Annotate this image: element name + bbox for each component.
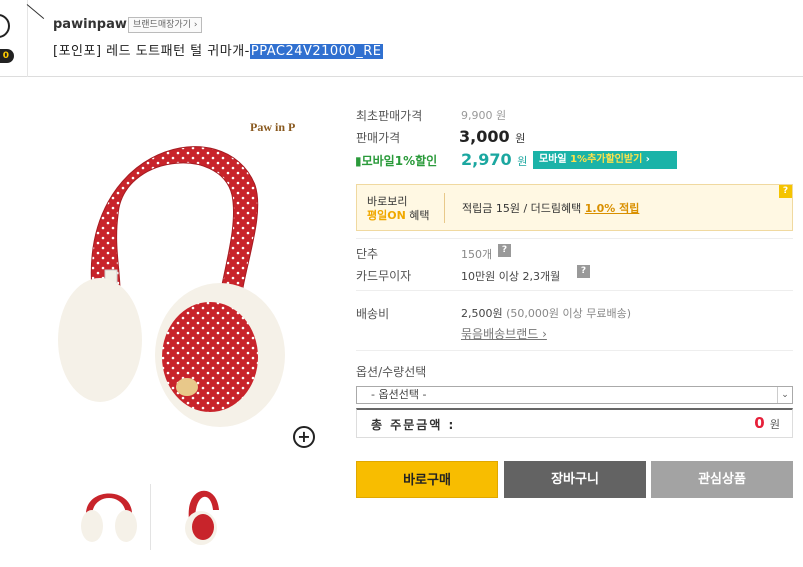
shipping-fee: 2,500원 — [461, 307, 503, 320]
orig-price-value: 9,900 원 — [461, 109, 507, 122]
earmuffs-illustration: Paw in Paw — [58, 120, 310, 427]
benefit-highlight: 평일ON — [367, 209, 406, 222]
stock-value: 150개 — [461, 248, 493, 261]
product-title-text: [포인포] 레드 도트패턴 털 귀마개- — [53, 44, 250, 59]
mobile-discount-label: ▮모바일1%할인 — [355, 154, 438, 168]
coupon-highlight: 1%추가할인받기 — [570, 154, 643, 165]
thumbnail-2[interactable] — [175, 480, 237, 548]
mobile-price-value: 2,970 — [461, 150, 512, 169]
thumbnail-divider — [150, 484, 151, 550]
product-code: PPAC24V21000_RE — [249, 44, 383, 59]
card-value: 10만원 이상 2,3개월 — [461, 270, 561, 283]
orig-price-label: 최초판매가격 — [356, 109, 423, 123]
info-separator-bottom — [356, 350, 793, 351]
wishlist-button[interactable]: 관심상품 — [651, 461, 793, 498]
benefit-suffix: 혜택 — [405, 209, 430, 222]
brand-name[interactable]: pawinpaw — [53, 17, 127, 32]
benefit-help-icon[interactable]: ? — [779, 185, 792, 198]
coupon-prefix: 모바일 — [539, 154, 571, 165]
corner-badge-count: 0 — [0, 49, 14, 63]
benefit-divider — [444, 193, 445, 223]
sale-price-unit: 원 — [515, 132, 526, 145]
stock-help-icon[interactable]: ? — [498, 244, 511, 257]
total-unit: 원 — [769, 418, 780, 431]
product-title: [포인포] 레드 도트패턴 털 귀마개-PPAC24V21000_RE — [53, 40, 383, 59]
shipping-note: (50,000원 이상 무료배송) — [506, 307, 632, 320]
sale-price-value: 3,000 — [459, 127, 510, 146]
chevron-down-icon: ⌄ — [777, 387, 792, 403]
header-divider — [27, 0, 28, 77]
option-label: 옵션/수량선택 — [356, 365, 427, 379]
sale-price-label: 판매가격 — [356, 131, 401, 145]
stock-label: 단추 — [356, 247, 379, 261]
info-separator-mid — [356, 290, 793, 291]
brand-logo-text: Paw in Paw — [250, 120, 295, 134]
benefit-text: 적립금 15원 / 더드림혜택 1.0% 적립 — [462, 200, 639, 216]
total-box: 총 주문금액 : 0 원 — [356, 408, 793, 438]
card-label: 카드무이자 — [356, 269, 412, 283]
total-amount: 0 원 — [754, 414, 780, 432]
bundle-shipping-link[interactable]: 묶음배송브랜드 › — [461, 325, 547, 342]
product-header: 0 pawinpaw 브랜드매장가기 › [포인포] 레드 도트패턴 털 귀마개… — [0, 0, 803, 77]
benefit-subtitle: 평일ON 혜택 — [367, 207, 430, 223]
shipping-label: 배송비 — [356, 307, 390, 321]
shipping-value: 2,500원 (50,000원 이상 무료배송) — [461, 305, 631, 321]
benefit-points-text: 적립금 15원 / 더드림혜택 — [462, 202, 585, 215]
mobile-price-unit: 원 — [517, 155, 528, 168]
info-separator-top — [356, 238, 793, 239]
thumbnail-front-image — [81, 493, 137, 542]
corner-badge-circle — [0, 14, 10, 38]
coupon-arrow: › — [642, 154, 650, 165]
brand-shop-link[interactable]: 브랜드매장가기 › — [128, 17, 203, 33]
product-main-image: Paw in Paw — [50, 105, 310, 445]
option-select-value: - 옵션선택 - — [371, 388, 427, 401]
add-to-cart-button[interactable]: 장바구니 — [504, 461, 646, 498]
zoom-in-button[interactable]: + — [293, 426, 315, 448]
thumbnail-1[interactable] — [78, 480, 140, 548]
card-help-icon[interactable]: ? — [577, 265, 590, 278]
diagonal-line — [26, 4, 45, 20]
buy-now-button[interactable]: 바로구매 — [356, 461, 498, 498]
option-select[interactable]: - 옵션선택 - ⌄ — [356, 386, 793, 404]
thumbnail-side-image — [185, 490, 219, 545]
total-value: 0 — [754, 414, 765, 432]
benefit-points-link[interactable]: 1.0% 적립 — [585, 202, 640, 215]
sale-price: 3,000 원 — [459, 127, 525, 146]
mobile-price: 2,970 원 — [461, 150, 527, 169]
total-label: 총 주문금액 : — [371, 418, 456, 432]
benefit-box: 바로보리 평일ON 혜택 적립금 15원 / 더드림혜택 1.0% 적립 ? — [356, 184, 793, 231]
mobile-coupon-button[interactable]: 모바일 1%추가할인받기 › — [533, 151, 677, 169]
